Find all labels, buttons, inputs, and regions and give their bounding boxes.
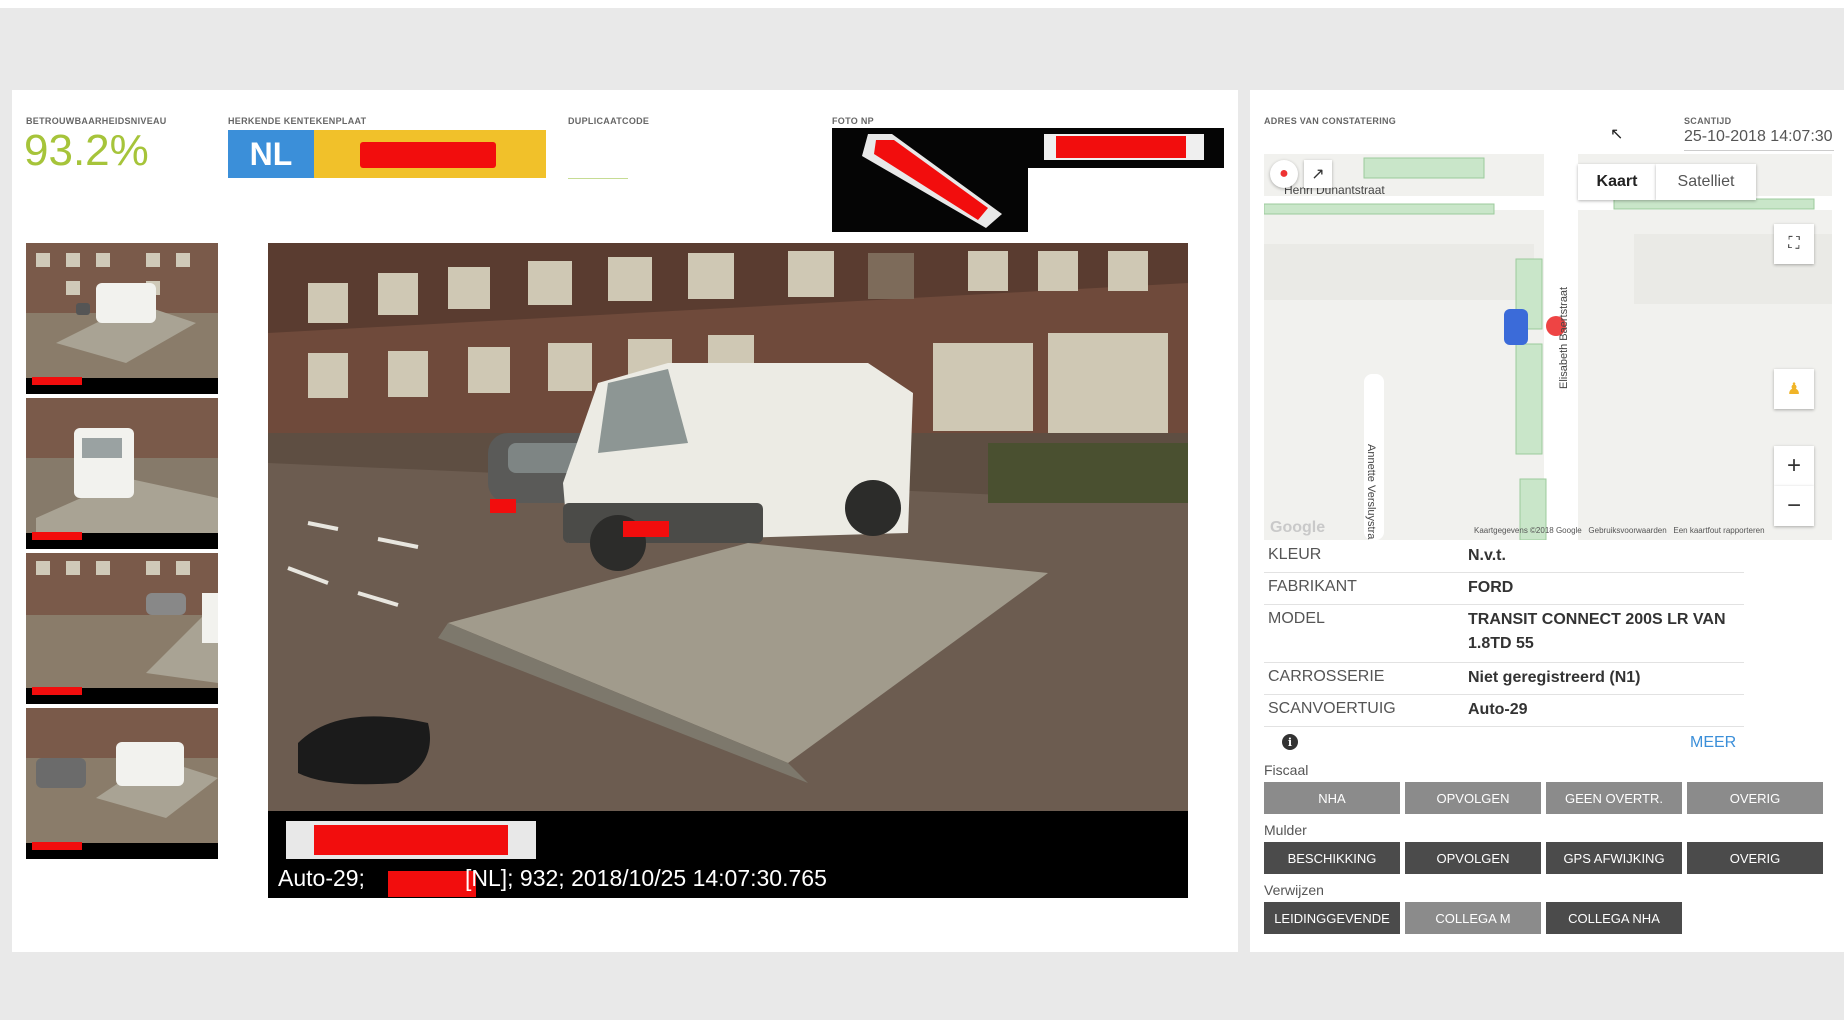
map-tab-satelliet[interactable]: Satelliet	[1656, 164, 1756, 200]
verwijzen-collega-nha-button[interactable]: COLLEGA NHA	[1546, 902, 1682, 934]
terms-link[interactable]: Gebruiksvoorwaarden	[1588, 526, 1666, 535]
mulder-overig-button[interactable]: OVERIG	[1687, 842, 1823, 874]
plate-number-redacted	[314, 130, 546, 178]
thumbnail-image	[26, 398, 218, 549]
info-key: FABRIKANT	[1268, 578, 1357, 595]
info-icon[interactable]: i	[1282, 734, 1298, 750]
map-view[interactable]: Henri Dunantstraat Elisabeth Baertstraat…	[1264, 154, 1832, 540]
google-logo: Google	[1270, 519, 1325, 536]
info-row-scan-vehicle: SCANVOERTUIG Auto-29	[1264, 694, 1744, 727]
open-external-icon[interactable]: ↗	[1304, 160, 1332, 188]
report-error-link[interactable]: Een kaartfout rapporteren	[1673, 526, 1764, 535]
scan-detail-panel: BETROUWBAARHEIDSNIVEAU 93.2% HERKENDE KE…	[12, 90, 1238, 952]
main-scan-image	[268, 243, 1188, 898]
plate-label: HERKENDE KENTEKENPLAAT	[228, 116, 367, 126]
thumbnail-2[interactable]	[26, 398, 218, 549]
info-row-color: KLEUR N.v.t.	[1264, 540, 1744, 573]
info-value: Auto-29	[1468, 701, 1528, 718]
top-strip	[0, 0, 1844, 8]
group-label-fiscaal: Fiscaal	[1264, 762, 1309, 778]
map-canvas: Henri Dunantstraat Elisabeth Baertstraat…	[1264, 154, 1832, 540]
info-row-body: CARROSSERIE Niet geregistreerd (N1)	[1264, 662, 1744, 695]
mulder-beschikking-button[interactable]: BESCHIKKING	[1264, 842, 1400, 874]
more-link[interactable]: MEER	[1690, 734, 1736, 752]
details-panel: ADRES VAN CONSTATERING SCANTIJD 25-10-20…	[1250, 90, 1844, 952]
info-row-model: MODEL TRANSIT CONNECT 200S LR VAN 1.8TD …	[1264, 604, 1744, 663]
cursor-icon: ↖	[1610, 126, 1624, 143]
info-value: FORD	[1468, 579, 1514, 596]
thumbnail-4[interactable]	[26, 708, 218, 859]
thumbnail-3[interactable]	[26, 553, 218, 704]
plate-photo	[832, 128, 1224, 232]
map-tab-kaart[interactable]: Kaart	[1578, 164, 1656, 200]
street-label-2: Elisabeth Baertstraat	[1558, 287, 1570, 389]
thumbnail-image	[26, 243, 218, 394]
verwijzen-collega-m-button[interactable]: COLLEGA M	[1405, 902, 1541, 934]
info-row-manufacturer: FABRIKANT FORD	[1264, 572, 1744, 605]
mulder-opvolgen-button[interactable]: OPVOLGEN	[1405, 842, 1541, 874]
street-label-1: Henri Dunantstraat	[1284, 183, 1385, 197]
duplicate-code-label: DUPLICAATCODE	[568, 116, 650, 126]
main-scan-photo[interactable]: Auto-29; [NL]; 932; 2018/10/25 14:07:30.7…	[268, 243, 1188, 898]
photo-caption-prefix: Auto-29;	[278, 865, 365, 891]
fullscreen-icon[interactable]: ⛶	[1774, 224, 1814, 264]
info-key: CARROSSERIE	[1268, 668, 1385, 685]
group-label-verwijzen: Verwijzen	[1264, 882, 1324, 898]
mulder-gps-afwijking-button[interactable]: GPS AFWIJKING	[1546, 842, 1682, 874]
scan-time-label: SCANTIJD	[1684, 116, 1732, 126]
zoom-out-icon[interactable]: −	[1774, 486, 1814, 526]
group-label-mulder: Mulder	[1264, 822, 1307, 838]
reliability-label: BETROUWBAARHEIDSNIVEAU	[26, 116, 167, 126]
thumbnail-image	[26, 553, 218, 704]
info-key: KLEUR	[1268, 546, 1322, 563]
photo-caption: Auto-29; [NL]; 932; 2018/10/25 14:07:30.7…	[278, 865, 827, 892]
attribution-data: Kaartgegevens ©2018 Google	[1474, 526, 1582, 535]
photo-caption-suffix: [NL]; 932; 2018/10/25 14:07:30.765	[464, 865, 827, 891]
info-value: N.v.t.	[1468, 547, 1506, 564]
info-key: MODEL	[1268, 610, 1325, 627]
fiscaal-opvolgen-button[interactable]: OPVOLGEN	[1405, 782, 1541, 814]
reliability-value: 93.2%	[24, 126, 149, 175]
duplicate-code-underline	[568, 178, 628, 179]
info-value: TRANSIT CONNECT 200S LR VAN 1.8TD 55	[1468, 611, 1726, 652]
street-view-pegman-icon[interactable]: ♟	[1774, 369, 1814, 409]
thumbnail-1[interactable]	[26, 243, 218, 394]
photo-np-label: FOTO NP	[832, 116, 874, 126]
fiscaal-nha-button[interactable]: NHA	[1264, 782, 1400, 814]
address-label: ADRES VAN CONSTATERING	[1264, 116, 1397, 126]
plate-photo-strip[interactable]	[832, 128, 1224, 232]
fiscaal-geen-overtr-button[interactable]: GEEN OVERTR.	[1546, 782, 1682, 814]
thumbnail-image	[26, 708, 218, 859]
map-attribution: Kaartgegevens ©2018 Google Gebruiksvoorw…	[1474, 526, 1765, 535]
location-pin-icon[interactable]: ●	[1270, 160, 1298, 188]
street-label-3: Annette Versluystra	[1365, 444, 1377, 540]
zoom-in-icon[interactable]: +	[1774, 446, 1814, 486]
scan-time-value: 25-10-2018 14:07:30	[1684, 128, 1834, 151]
fiscaal-overig-button[interactable]: OVERIG	[1687, 782, 1823, 814]
verwijzen-leidinggevende-button[interactable]: LEIDINGGEVENDE	[1264, 902, 1400, 934]
info-value: Niet geregistreerd (N1)	[1468, 669, 1641, 686]
info-key: SCANVOERTUIG	[1268, 700, 1396, 717]
license-plate: NL	[228, 130, 546, 178]
plate-country: NL	[228, 130, 314, 178]
redaction-mark	[360, 142, 496, 168]
